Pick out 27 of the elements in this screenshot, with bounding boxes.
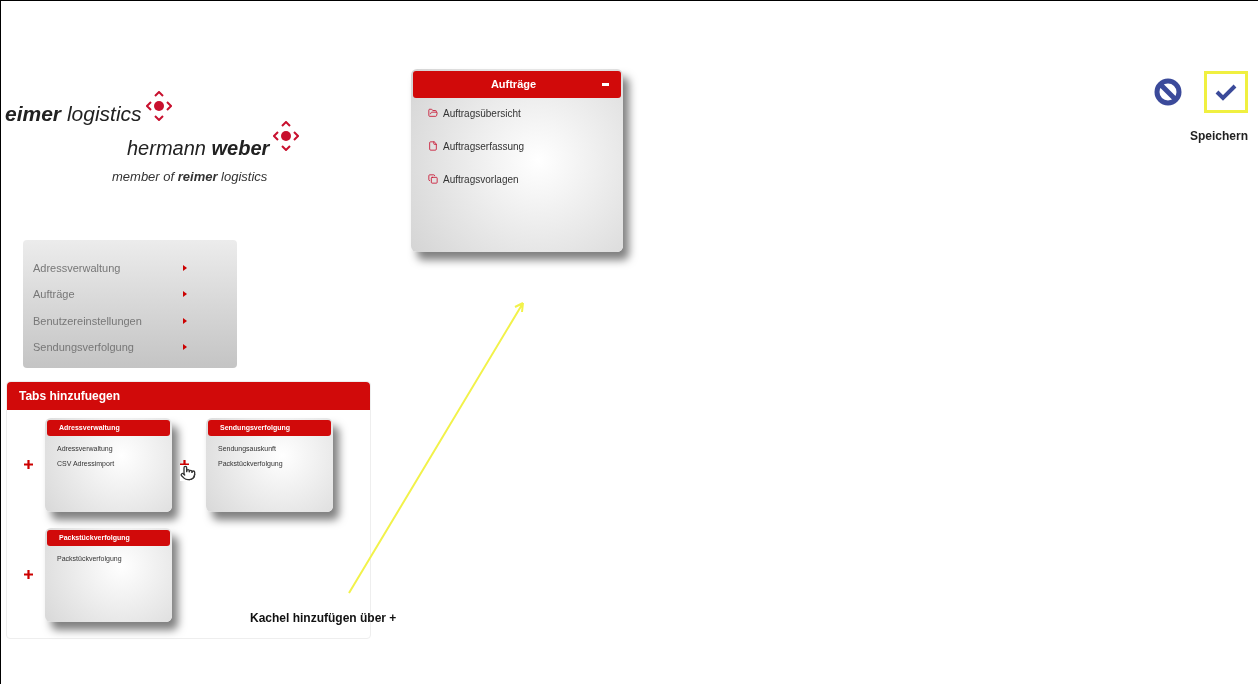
cancel-icon[interactable] <box>1154 78 1182 106</box>
caret-right-icon <box>183 264 187 271</box>
folder-icon <box>428 108 438 118</box>
plus-icon[interactable] <box>24 460 33 469</box>
annotation-text: Kachel hinzufügen über + <box>250 610 397 627</box>
copy-icon <box>428 174 438 184</box>
caret-right-icon <box>183 291 187 298</box>
menu-item[interactable]: Auftragserfassung <box>443 138 525 154</box>
subbrand-logo-text: hermann weber <box>127 136 270 161</box>
file-icon <box>428 141 438 151</box>
minus-icon[interactable] <box>602 82 609 86</box>
save-button[interactable] <box>1204 71 1248 113</box>
checkmark-icon <box>1215 83 1237 101</box>
menu-item[interactable]: Auftragsübersicht <box>443 105 521 121</box>
panel-header: Tabs hinzufuegen <box>7 381 370 410</box>
caret-right-icon <box>183 317 187 324</box>
tile-title: Aufträge <box>489 77 538 92</box>
logo-tagline: member of reimer logistics <box>112 168 269 186</box>
brand-logo-text: eimer logistics <box>5 100 142 127</box>
save-label: Speichern <box>1189 128 1248 145</box>
caret-right-icon <box>183 344 187 351</box>
hand-cursor-icon <box>180 465 196 481</box>
diamond-arrows-icon <box>273 121 300 151</box>
plus-icon[interactable] <box>24 570 33 579</box>
menu-item[interactable]: Auftragsvorlagen <box>443 171 519 187</box>
diamond-arrows-icon <box>145 91 172 121</box>
menu-item[interactable]: Adressverwaltung <box>33 259 183 276</box>
